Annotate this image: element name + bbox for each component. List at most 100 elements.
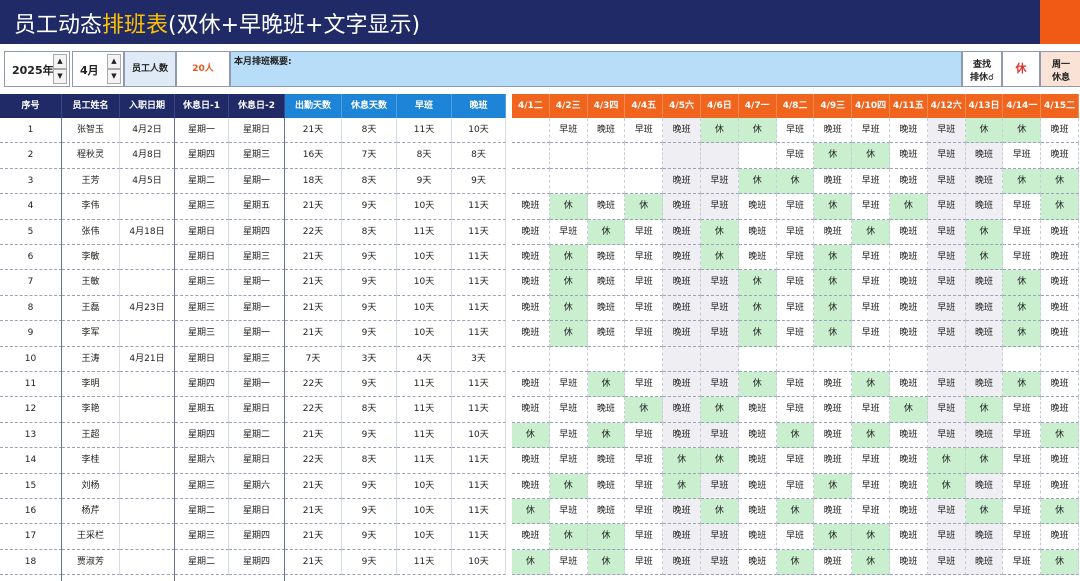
shift-cell[interactable]: 早班 (852, 270, 890, 296)
cell-rest1[interactable]: 星期二 (175, 168, 229, 195)
shift-cell[interactable]: 休 (965, 499, 1004, 525)
shift-cell[interactable] (549, 346, 588, 372)
cell-rest1[interactable]: 星期日 (175, 219, 229, 245)
cell-rest1[interactable]: 星期三 (175, 473, 229, 499)
cell-work[interactable]: 21天 (285, 270, 342, 296)
shift-cell[interactable]: 晚班 (965, 524, 1004, 550)
cell-rest2[interactable]: 星期三 (229, 143, 285, 169)
cell-name[interactable]: 王磊 (62, 295, 120, 322)
shift-cell[interactable]: 休 (549, 473, 588, 499)
cell-rest1[interactable]: 星期二 (175, 499, 229, 525)
shift-cell[interactable]: 晚班 (663, 194, 701, 220)
shift-cell[interactable]: 晚班 (587, 321, 626, 347)
shift-cell[interactable]: 休 (965, 397, 1004, 423)
cell-no[interactable]: 6 (0, 245, 62, 271)
cell-work[interactable]: 7天 (285, 346, 342, 372)
shift-cell[interactable]: 休 (738, 270, 777, 296)
month-up-arrow-icon[interactable]: ▲ (107, 54, 121, 69)
cell-late[interactable]: 10天 (452, 118, 506, 144)
cell-early[interactable]: 10天 (397, 321, 452, 347)
shift-cell[interactable]: 晚班 (512, 473, 550, 499)
shift-cell[interactable]: 早班 (549, 448, 588, 474)
shift-cell[interactable] (927, 346, 966, 372)
shift-cell[interactable]: 晚班 (663, 422, 701, 449)
cell-rest[interactable]: 9天 (342, 422, 397, 449)
cell-name[interactable]: 王采栏 (62, 524, 120, 550)
cell-rest2[interactable]: 星期日 (229, 118, 285, 144)
cell-join[interactable]: 4月23日 (120, 295, 175, 322)
shift-cell[interactable]: 休 (965, 118, 1004, 144)
cell-rest[interactable]: 9天 (342, 295, 397, 322)
cell-early[interactable]: 11天 (397, 422, 452, 449)
shift-cell[interactable]: 休 (738, 372, 777, 398)
cell-name[interactable]: 王超 (62, 422, 120, 449)
shift-cell[interactable]: 早班 (549, 372, 588, 398)
shift-cell[interactable]: 早班 (1003, 194, 1042, 220)
cell-name[interactable]: 李艳 (62, 397, 120, 423)
cell-late[interactable]: 11天 (452, 321, 506, 347)
cell-no[interactable]: 10 (0, 346, 62, 372)
cell-late[interactable]: 11天 (452, 397, 506, 423)
shift-cell[interactable]: 晚班 (512, 524, 550, 550)
shift-cell[interactable]: 休 (1003, 168, 1042, 195)
cell-join[interactable] (120, 321, 175, 347)
shift-cell[interactable]: 晚班 (512, 194, 550, 220)
cell-no[interactable]: 3 (0, 168, 62, 195)
shift-cell[interactable]: 休 (1041, 168, 1079, 195)
cell-join[interactable] (120, 194, 175, 220)
shift-cell[interactable] (549, 143, 588, 169)
cell-work[interactable]: 22天 (285, 397, 342, 423)
shift-cell[interactable]: 晚班 (890, 295, 928, 322)
shift-cell[interactable]: 休 (549, 524, 588, 550)
shift-cell[interactable]: 早班 (1003, 448, 1042, 474)
shift-cell[interactable]: 晚班 (814, 219, 853, 245)
shift-cell[interactable]: 休 (852, 524, 890, 550)
cell-rest[interactable]: 9天 (342, 524, 397, 550)
cell-early[interactable]: 11天 (397, 372, 452, 398)
shift-cell[interactable]: 晚班 (663, 499, 701, 525)
cell-rest1[interactable]: 星期四 (175, 372, 229, 398)
shift-cell[interactable] (512, 118, 550, 144)
shift-cell[interactable]: 晚班 (738, 219, 777, 245)
shift-cell[interactable]: 晚班 (965, 321, 1004, 347)
cell-late[interactable]: 3天 (452, 346, 506, 372)
shift-cell[interactable]: 晚班 (965, 473, 1004, 499)
shift-cell[interactable]: 早班 (1003, 143, 1042, 169)
shift-cell[interactable]: 晚班 (1041, 219, 1079, 245)
cell-rest2[interactable]: 星期四 (229, 549, 285, 576)
shift-cell[interactable]: 晚班 (965, 295, 1004, 322)
shift-cell[interactable]: 休 (512, 499, 550, 525)
shift-cell[interactable]: 休 (852, 372, 890, 398)
cell-early[interactable]: 11天 (397, 219, 452, 245)
shift-cell[interactable]: 早班 (625, 448, 664, 474)
shift-cell[interactable] (549, 168, 588, 195)
shift-cell[interactable]: 晚班 (663, 270, 701, 296)
shift-cell[interactable]: 早班 (1003, 245, 1042, 271)
cell-work[interactable]: 21天 (285, 524, 342, 550)
shift-cell[interactable]: 早班 (625, 524, 664, 550)
shift-cell[interactable]: 早班 (701, 270, 739, 296)
shift-cell[interactable]: 休 (549, 321, 588, 347)
shift-cell[interactable]: 休 (512, 549, 550, 576)
shift-cell[interactable]: 早班 (701, 422, 739, 449)
shift-cell[interactable]: 休 (549, 245, 588, 271)
cell-join[interactable]: 4月8日 (120, 143, 175, 169)
cell-rest2[interactable]: 星期三 (229, 346, 285, 372)
cell-late[interactable]: 11天 (452, 473, 506, 499)
shift-cell[interactable]: 早班 (776, 321, 815, 347)
shift-cell[interactable]: 晚班 (587, 194, 626, 220)
cell-early[interactable]: 9天 (397, 168, 452, 195)
shift-cell[interactable]: 晚班 (965, 549, 1004, 576)
shift-cell[interactable]: 晚班 (1041, 270, 1079, 296)
shift-cell[interactable]: 休 (625, 397, 664, 423)
cell-early[interactable]: 10天 (397, 499, 452, 525)
shift-cell[interactable]: 晚班 (1041, 473, 1079, 499)
cell-rest2[interactable]: 星期四 (229, 524, 285, 550)
shift-cell[interactable]: 晚班 (890, 168, 928, 195)
cell-name[interactable]: 刘杨 (62, 473, 120, 499)
cell-work[interactable]: 21天 (285, 549, 342, 576)
shift-cell[interactable]: 休 (814, 524, 853, 550)
shift-cell[interactable]: 晚班 (663, 168, 701, 195)
cell-rest2[interactable]: 星期日 (229, 397, 285, 423)
cell-rest2[interactable]: 星期二 (229, 422, 285, 449)
